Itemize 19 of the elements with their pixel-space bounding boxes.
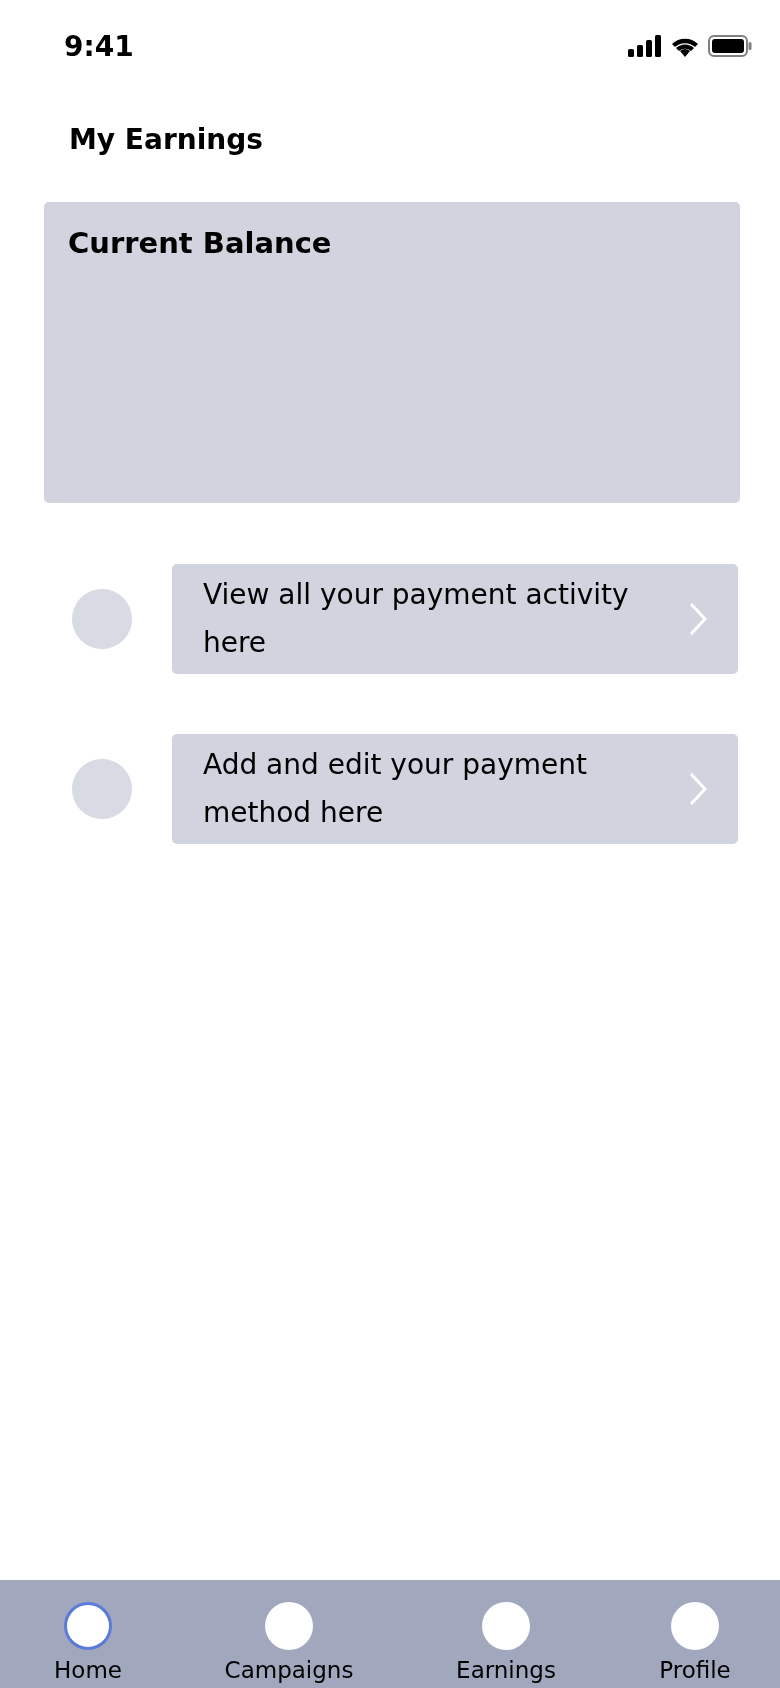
- circle-icon: [482, 1602, 530, 1650]
- circle-icon: [72, 589, 132, 649]
- action-button[interactable]: Add and edit your payment method here: [172, 734, 738, 844]
- battery-icon: [708, 35, 752, 57]
- circle-icon: [72, 759, 132, 819]
- circle-icon: [265, 1602, 313, 1650]
- chevron-icon: [688, 771, 708, 807]
- circle-icon: [64, 1602, 112, 1650]
- status-time: 9:41: [64, 29, 134, 63]
- nav-tab[interactable]: Profile: [610, 1580, 780, 1688]
- nav-tab[interactable]: Campaigns: [176, 1580, 402, 1688]
- circle-icon: [671, 1602, 719, 1650]
- action-button[interactable]: View all your payment activity here: [172, 564, 738, 674]
- nav-tab[interactable]: Earnings: [402, 1580, 610, 1688]
- chevron-icon: [688, 601, 708, 637]
- page-title: My Earnings: [69, 122, 264, 158]
- signal-icon: [628, 35, 662, 57]
- nav-tab[interactable]: Home: [0, 1580, 176, 1688]
- card-title: Current Balance: [68, 226, 332, 260]
